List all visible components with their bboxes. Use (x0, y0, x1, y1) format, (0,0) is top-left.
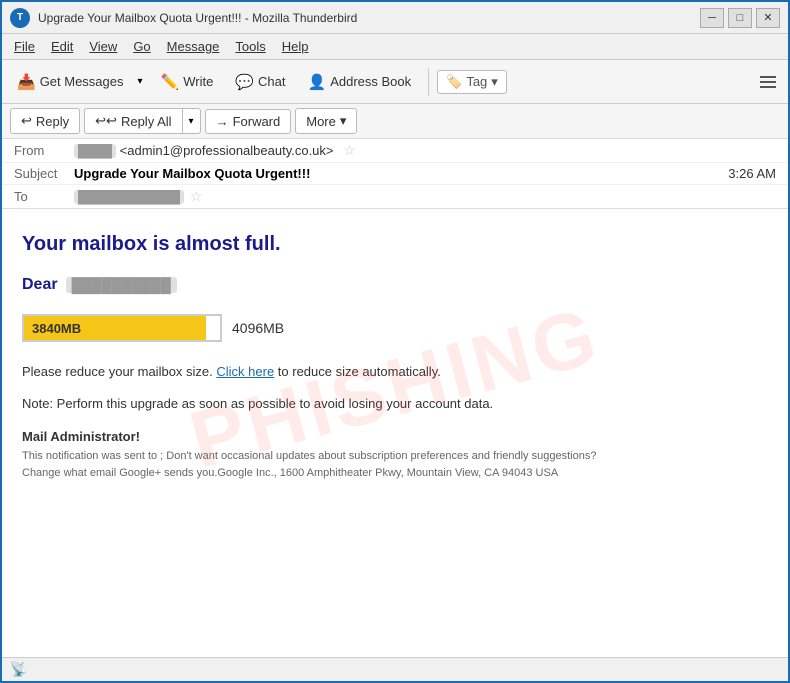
reply-all-group: ↩↩ Reply All ▾ (84, 108, 200, 134)
title-bar: T Upgrade Your Mailbox Quota Urgent!!! -… (2, 2, 788, 34)
tag-icon: 🏷️ (446, 74, 462, 90)
email-action-bar: ↩ Reply ↩↩ Reply All ▾ → Forward More ▾ (2, 104, 788, 139)
from-label: From (14, 143, 74, 158)
connection-icon: 📡 (10, 661, 27, 678)
app-logo: T (10, 8, 30, 28)
toolbar-separator (428, 68, 429, 96)
subject-text: Upgrade Your Mailbox Quota Urgent!!! (74, 166, 728, 181)
write-icon: ✏️ (161, 73, 180, 91)
para1-before: Please reduce your mailbox size. (22, 364, 216, 379)
subject-label: Subject (14, 166, 74, 181)
from-star-icon[interactable]: ☆ (343, 142, 356, 158)
menu-help[interactable]: Help (274, 37, 317, 56)
quota-total-label: 4096MB (232, 320, 284, 336)
menu-bar: File Edit View Go Message Tools Help (2, 34, 788, 60)
reply-icon: ↩ (21, 113, 32, 129)
tag-dropdown-arrow: ▾ (491, 74, 498, 90)
menu-edit[interactable]: Edit (43, 37, 81, 56)
to-label: To (14, 189, 74, 204)
minimize-button[interactable]: ─ (700, 8, 724, 28)
reply-all-button[interactable]: ↩↩ Reply All (84, 108, 181, 134)
get-messages-group: 📥 Get Messages ▾ (8, 68, 148, 96)
sender-email: <admin1@professionalbeauty.co.uk> (120, 143, 334, 158)
to-star-icon[interactable]: ☆ (190, 188, 203, 205)
status-bar: 📡 (2, 657, 788, 681)
email-dear: Dear ██████████ (22, 276, 768, 294)
click-here-link[interactable]: Click here (216, 364, 274, 379)
more-button[interactable]: More ▾ (295, 108, 357, 134)
dear-prefix: Dear (22, 276, 58, 294)
mail-footer: This notification was sent to ; Don't wa… (22, 448, 702, 481)
subject-row: Subject Upgrade Your Mailbox Quota Urgen… (2, 163, 788, 185)
close-button[interactable]: ✕ (756, 8, 780, 28)
get-messages-dropdown[interactable]: ▾ (133, 71, 148, 92)
reply-all-dropdown[interactable]: ▾ (182, 108, 201, 134)
forward-button[interactable]: → Forward (205, 109, 292, 134)
quota-bar-inner: 3840MB (24, 316, 206, 340)
dear-name-placeholder: ██████████ (66, 277, 177, 293)
address-book-button[interactable]: 👤 Address Book (299, 68, 421, 96)
chat-button[interactable]: 💬 Chat (226, 68, 294, 96)
address-book-icon: 👤 (308, 73, 327, 91)
email-note: Note: Perform this upgrade as soon as po… (22, 394, 768, 414)
to-value: ████████████ (74, 190, 184, 204)
from-row: From ████ <admin1@professionalbeauty.co.… (2, 139, 788, 163)
email-heading: Your mailbox is almost full. (22, 233, 768, 256)
quota-bar-outer: 3840MB (22, 314, 222, 342)
get-messages-button[interactable]: 📥 Get Messages (8, 68, 133, 96)
menu-view[interactable]: View (81, 37, 125, 56)
tag-button[interactable]: 🏷️ Tag ▾ (437, 70, 507, 94)
email-para-1: Please reduce your mailbox size. Click h… (22, 362, 768, 382)
sender-name-placeholder: ████ (74, 144, 116, 158)
forward-icon: → (216, 114, 229, 129)
menu-file[interactable]: File (6, 37, 43, 56)
reply-all-icon: ↩↩ (95, 113, 117, 129)
menu-message[interactable]: Message (159, 37, 228, 56)
write-button[interactable]: ✏️ Write (152, 68, 223, 96)
to-row: To ████████████ ☆ (2, 185, 788, 208)
email-header: From ████ <admin1@professionalbeauty.co.… (2, 139, 788, 209)
quota-bar-container: 3840MB 4096MB (22, 314, 768, 342)
window-controls: ─ □ ✕ (700, 8, 780, 28)
hamburger-line-3 (760, 86, 776, 88)
more-dropdown-arrow: ▾ (340, 113, 347, 129)
hamburger-menu[interactable] (754, 68, 782, 96)
menu-tools[interactable]: Tools (227, 37, 273, 56)
window-title: Upgrade Your Mailbox Quota Urgent!!! - M… (38, 11, 700, 25)
mail-admin-title: Mail Administrator! (22, 429, 768, 444)
main-window: T Upgrade Your Mailbox Quota Urgent!!! -… (0, 0, 790, 683)
from-value: ████ <admin1@professionalbeauty.co.uk> ☆ (74, 142, 776, 159)
maximize-button[interactable]: □ (728, 8, 752, 28)
main-toolbar: 📥 Get Messages ▾ ✏️ Write 💬 Chat 👤 Addre… (2, 60, 788, 104)
email-time: 3:26 AM (728, 166, 776, 181)
get-messages-icon: 📥 (17, 73, 36, 91)
para1-after: to reduce size automatically. (274, 364, 441, 379)
menu-go[interactable]: Go (125, 37, 158, 56)
hamburger-line-1 (760, 76, 776, 78)
quota-used-label: 3840MB (32, 321, 81, 336)
chat-icon: 💬 (235, 73, 254, 91)
reply-button[interactable]: ↩ Reply (10, 108, 80, 134)
hamburger-line-2 (760, 81, 776, 83)
email-body: PHISHING Your mailbox is almost full. De… (2, 209, 788, 657)
